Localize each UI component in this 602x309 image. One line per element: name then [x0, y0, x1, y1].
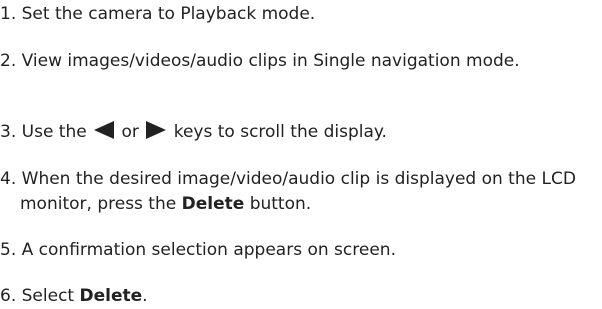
delete-option-label: Delete: [79, 286, 143, 306]
step-number: 2.: [0, 51, 17, 71]
step-2: 2. View images/videos/audio clips in Sin…: [0, 49, 590, 74]
delete-button-label: Delete: [181, 194, 245, 214]
step-number: 4.: [0, 169, 17, 189]
step-text-before: Use the: [21, 122, 87, 142]
step-text-middle: or: [121, 122, 139, 142]
step-number: 3.: [0, 122, 17, 142]
step-text: Set the camera to Playback mode.: [21, 4, 316, 24]
step-text-after: .: [142, 286, 148, 306]
step-text: A confirmation selection appears on scre…: [21, 240, 396, 260]
step-3: 3. Use the or keys to scroll the display…: [0, 120, 590, 145]
step-text: View images/videos/audio clips in Single…: [21, 51, 520, 71]
right-arrow-icon: [146, 121, 167, 139]
step-number: 6.: [0, 286, 17, 306]
step-text-before: Select: [21, 286, 75, 306]
step-4: 4. When the desired image/video/audio cl…: [0, 167, 590, 217]
step-6: 6. Select Delete.: [0, 284, 590, 309]
step-5: 5. A confirmation selection appears on s…: [0, 238, 590, 263]
left-arrow-icon: [94, 121, 115, 139]
step-number: 1.: [0, 4, 17, 24]
step-text-after: keys to scroll the display.: [173, 122, 387, 142]
step-text-after: button.: [249, 194, 312, 214]
step-number: 5.: [0, 240, 17, 260]
instruction-list: 1. Set the camera to Playback mode. 2. V…: [0, 0, 602, 306]
step-1: 1. Set the camera to Playback mode.: [0, 2, 590, 27]
